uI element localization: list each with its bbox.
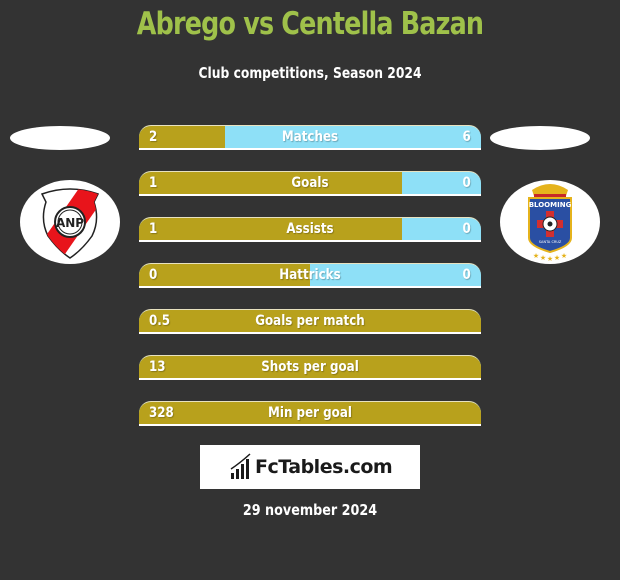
stat-row-goals-per-match: 0.5 Goals per match — [139, 309, 481, 334]
stat-label: Min per goal — [268, 405, 352, 421]
svg-text:ANP: ANP — [56, 216, 84, 230]
right-value: 0 — [462, 221, 471, 237]
stat-label: Goals — [291, 175, 329, 191]
svg-text:★: ★ — [547, 255, 553, 263]
stat-row-hattricks: 0 Hattricks 0 — [139, 263, 481, 288]
stat-row-matches: 2 Matches 6 — [139, 125, 481, 150]
stat-label: Matches — [281, 129, 339, 145]
stat-row-shots-per-goal: 13 Shots per goal — [139, 355, 481, 380]
svg-text:BLOOMING: BLOOMING — [529, 201, 572, 209]
fctables-logo[interactable]: FcTables.com — [200, 445, 420, 489]
right-value: 6 — [462, 129, 471, 145]
left-value: 1 — [149, 175, 158, 191]
nacional-potosi-crest-icon: ANP — [40, 188, 100, 259]
left-value: 0 — [149, 267, 158, 283]
stat-row-assists: 1 Assists 0 — [139, 217, 481, 242]
stat-label: Shots per goal — [261, 359, 359, 375]
stat-label: Goals per match — [255, 313, 365, 329]
svg-text:★: ★ — [533, 252, 539, 260]
left-team-crest[interactable]: ANP — [20, 180, 120, 264]
svg-text:★: ★ — [554, 254, 560, 262]
stat-label: Hattricks — [279, 267, 341, 283]
blooming-crest-icon: BLOOMING SANTA CRUZ ★ ★ ★ ★ ★ — [528, 184, 572, 263]
svg-text:SANTA CRUZ: SANTA CRUZ — [539, 240, 562, 244]
left-player-name-placeholder — [10, 126, 110, 150]
stat-label: Assists — [286, 221, 334, 237]
left-value: 13 — [149, 359, 166, 375]
right-value: 0 — [462, 267, 471, 283]
date-label: 29 november 2024 — [242, 501, 378, 519]
right-value: 0 — [462, 175, 471, 191]
bar-chart-icon — [230, 453, 251, 479]
svg-text:★: ★ — [540, 254, 546, 262]
left-value: 2 — [149, 129, 158, 145]
stat-row-min-per-goal: 328 Min per goal — [139, 401, 481, 426]
stat-row-goals: 1 Goals 0 — [139, 171, 481, 196]
left-value: 1 — [149, 221, 158, 237]
svg-text:★: ★ — [561, 252, 567, 260]
right-player-name-placeholder — [490, 126, 590, 150]
page-subtitle: Club competitions, Season 2024 — [198, 64, 422, 82]
right-team-crest[interactable]: BLOOMING SANTA CRUZ ★ ★ ★ ★ ★ — [500, 180, 600, 264]
page-title: Abrego vs Centella Bazan — [136, 6, 484, 42]
brand-name: FcTables.com — [255, 456, 393, 478]
